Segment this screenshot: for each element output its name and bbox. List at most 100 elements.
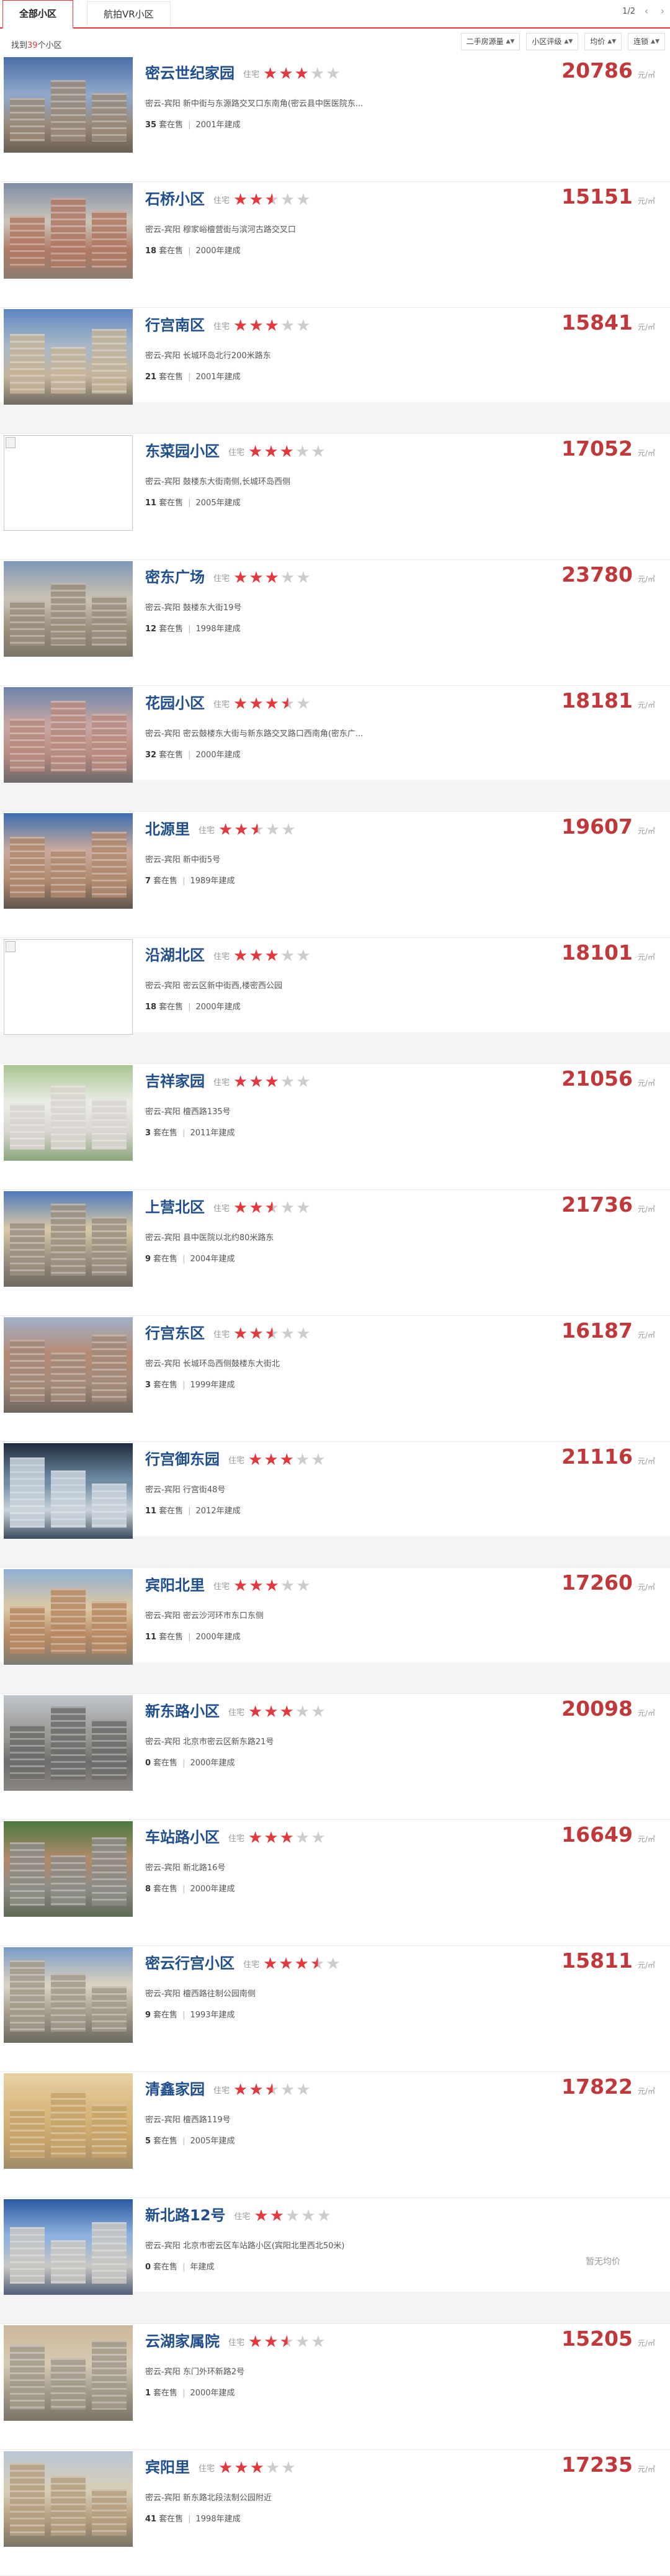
community-photo[interactable] [4, 2073, 133, 2169]
onsale-count[interactable]: 1 [145, 2389, 151, 2398]
community-list-item[interactable]: 新北路12号 住宅 ★★★★★ 密云-宾阳 北京市密云区车站路小区(宾阳北里西北50米… [0, 2198, 670, 2324]
onsale-count[interactable]: 41 [145, 2515, 156, 2524]
community-name-link[interactable]: 沿湖北区 住宅 ★★★★★ [145, 943, 312, 965]
community-name-link[interactable]: 新东路小区 住宅 ★★★★★ [145, 1699, 327, 1721]
onsale-count[interactable]: 11 [145, 498, 156, 508]
community-list-item[interactable]: 密云行宫小区 住宅 ★★★★★ 密云-宾阳 檀西路往制公园南侧 9 套在售 | 1993年建成… [0, 1946, 670, 2072]
community-list-item[interactable]: 清鑫家园 住宅 ★★★★★ 密云-宾阳 檀西路119号 5 套在售 | 2005年建成 1782… [0, 2072, 670, 2198]
prev-page-icon[interactable]: ‹ [641, 6, 651, 16]
community-list-item[interactable]: 北源里 住宅 ★★★★★ 密云-宾阳 新中街5号 7 套在售 | 1989年建成 19607 元/… [0, 812, 670, 938]
community-list-item[interactable]: 宾阳里 住宅 ★★★★★ 密云-宾阳 新东路北段法制公园附近 41 套在售 | 1998年建成… [0, 2450, 670, 2576]
community-photo[interactable] [4, 1695, 133, 1791]
community-photo[interactable] [4, 2325, 133, 2421]
property-type-label: 住宅 [228, 1834, 245, 1844]
onsale-count[interactable]: 9 [145, 1254, 151, 1264]
community-photo[interactable] [4, 57, 133, 153]
next-page-icon[interactable]: › [658, 6, 668, 16]
community-name-link[interactable]: 云湖家属院 住宅 ★★★★★ [145, 2329, 327, 2351]
onsale-count[interactable]: 3 [145, 1380, 151, 1390]
sort-rating-button[interactable]: 小区评级 ▲▼ [526, 33, 579, 50]
onsale-count[interactable]: 0 [145, 1759, 151, 1768]
community-photo[interactable] [4, 435, 133, 531]
sort-price-button[interactable]: 均价 ▲▼ [584, 33, 622, 50]
community-name-link[interactable]: 宾阳北里 住宅 ★★★★★ [145, 1573, 312, 1595]
building-shape [10, 216, 45, 268]
community-list-item[interactable]: 密东广场 住宅 ★★★★★ 密云-宾阳 鼓楼东大街19号 12 套在售 | 1998年建成 23… [0, 560, 670, 686]
community-photo[interactable] [4, 2451, 133, 2547]
community-name-link[interactable]: 东菜园小区 住宅 ★★★★★ [145, 439, 327, 461]
star-icon: ★ [311, 1703, 327, 1721]
result-count-number: 39 [27, 41, 38, 50]
onsale-count[interactable]: 11 [145, 1633, 156, 1642]
community-name-link[interactable]: 石桥小区 住宅 ★★★★★ [145, 187, 312, 209]
onsale-count[interactable]: 9 [145, 2011, 151, 2020]
community-photo[interactable] [4, 813, 133, 909]
community-name-link[interactable]: 花园小区 住宅 ★★★★★ [145, 691, 312, 713]
community-list-item[interactable]: 吉祥家园 住宅 ★★★★★ 密云-宾阳 檀西路135号 3 套在售 | 2011年建成 2105… [0, 1064, 670, 1190]
onsale-count[interactable]: 18 [145, 246, 156, 256]
community-photo[interactable] [4, 2199, 133, 2295]
tab-vr-communities[interactable]: 航拍VR小区 [87, 1, 171, 27]
community-name-link[interactable]: 吉祥家园 住宅 ★★★★★ [145, 1069, 312, 1091]
community-photo[interactable] [4, 1191, 133, 1287]
onsale-count[interactable]: 3 [145, 1128, 151, 1138]
community-photo[interactable] [4, 1065, 133, 1161]
community-list-item[interactable]: 宾阳北里 住宅 ★★★★★ 密云-宾阳 密云沙河环市东口东侧 11 套在售 | 2000年建成… [0, 1568, 670, 1694]
onsale-count[interactable]: 12 [145, 624, 156, 634]
community-list-item[interactable]: 密云世纪家园 住宅 ★★★★★ 密云-宾阳 新中街与东源路交叉口东南角(密云县中医医院… [0, 56, 670, 182]
onsale-count[interactable]: 5 [145, 2137, 151, 2146]
star-icon: ★ [311, 1829, 327, 1847]
community-list-item[interactable]: 行宫御东园 住宅 ★★★★★ 密云-宾阳 行宫街48号 11 套在售 | 2012年建成 211… [0, 1442, 670, 1568]
sort-chain-button[interactable]: 连锁 ▲▼ [628, 33, 665, 50]
community-name-link[interactable]: 密云世纪家园 住宅 ★★★★★ [145, 61, 342, 83]
building-shape [10, 1606, 45, 1654]
onsale-count[interactable]: 7 [145, 876, 151, 886]
onsale-count[interactable]: 32 [145, 750, 156, 760]
average-price: 19607 元/㎡ [561, 814, 655, 839]
onsale-count[interactable]: 8 [145, 1885, 151, 1894]
community-name-link[interactable]: 行宫御东园 住宅 ★★★★★ [145, 1447, 327, 1469]
onsale-count[interactable]: 11 [145, 1506, 156, 1516]
community-name-link[interactable]: 车站路小区 住宅 ★★★★★ [145, 1825, 327, 1847]
community-photo[interactable] [4, 1821, 133, 1917]
community-photo[interactable] [4, 939, 133, 1035]
property-type-label: 住宅 [199, 826, 215, 835]
community-list-item[interactable]: 云湖家属院 住宅 ★★★★★ 密云-宾阳 东门外环新路2号 1 套在售 | 2000年建成 15… [0, 2324, 670, 2450]
community-photo[interactable] [4, 1569, 133, 1665]
sort-listings-button[interactable]: 二手房源量 ▲▼ [460, 33, 520, 50]
community-name-link[interactable]: 密东广场 住宅 ★★★★★ [145, 565, 312, 587]
community-name-link[interactable]: 清鑫家园 住宅 ★★★★★ [145, 2077, 312, 2099]
build-year: 1998年建成 [195, 2515, 241, 2524]
community-name-link[interactable]: 上营北区 住宅 ★★★★★ [145, 1195, 312, 1217]
onsale-count[interactable]: 21 [145, 372, 156, 382]
community-list-item[interactable]: 花园小区 住宅 ★★★★★ 密云-宾阳 密云鼓楼东大街与新东路交叉路口西南角(密东广.… [0, 686, 670, 812]
community-list-item[interactable]: 车站路小区 住宅 ★★★★★ 密云-宾阳 新北路16号 8 套在售 | 2000年建成 1664… [0, 1820, 670, 1946]
community-photo[interactable] [4, 687, 133, 783]
community-list-item[interactable]: 新东路小区 住宅 ★★★★★ 密云-宾阳 北京市密云区新东路21号 0 套在售 | 2000年… [0, 1694, 670, 1820]
community-photo[interactable] [4, 1947, 133, 2043]
tab-all-communities[interactable]: 全部小区 [2, 0, 74, 29]
community-photo[interactable] [4, 309, 133, 405]
community-photo[interactable] [4, 561, 133, 657]
community-list-item[interactable]: 沿湖北区 住宅 ★★★★★ 密云-宾阳 密云区新中街西,楼密西公园 18 套在售 | 2000… [0, 938, 670, 1064]
community-photo[interactable] [4, 1443, 133, 1539]
community-name-link[interactable]: 行宫东区 住宅 ★★★★★ [145, 1321, 312, 1343]
community-list-item[interactable]: 东菜园小区 住宅 ★★★★★ 密云-宾阳 鼓楼东大街南侧,长城环岛西侧 11 套在售 | 20… [0, 434, 670, 560]
community-list-item[interactable]: 行宫东区 住宅 ★★★★★ 密云-宾阳 长城环岛西侧鼓楼东大街北 3 套在售 | 1999年建… [0, 1316, 670, 1442]
onsale-count[interactable]: 35 [145, 120, 156, 130]
result-count: 找到39个小区 [11, 41, 62, 50]
community-name-link[interactable]: 宾阳里 住宅 ★★★★★ [145, 2455, 297, 2477]
community-name-link[interactable]: 北源里 住宅 ★★★★★ [145, 817, 297, 839]
community-name-link[interactable]: 密云行宫小区 住宅 ★★★★★ [145, 1951, 342, 1973]
community-list-item[interactable]: 行宫南区 住宅 ★★★★★ 密云-宾阳 长城环岛北行200米路东 21 套在售 | 2001年… [0, 308, 670, 434]
onsale-count[interactable]: 18 [145, 1002, 156, 1012]
star-icon: ★ [280, 1199, 297, 1217]
community-photo[interactable] [4, 1317, 133, 1413]
community-name-link[interactable]: 新北路12号 住宅 ★★★★★ [145, 2203, 333, 2225]
community-photo[interactable] [4, 183, 133, 279]
star-icon: ★ [249, 1325, 265, 1343]
community-name-link[interactable]: 行宫南区 住宅 ★★★★★ [145, 313, 312, 335]
community-list-item[interactable]: 石桥小区 住宅 ★★★★★ 密云-宾阳 穆家峪檀营街与滨河古路交叉口 18 套在售 | 200… [0, 182, 670, 308]
community-list-item[interactable]: 上营北区 住宅 ★★★★★ 密云-宾阳 县中医院以北约80米路东 9 套在售 | 2004年建… [0, 1190, 670, 1316]
onsale-count[interactable]: 0 [145, 2263, 151, 2272]
